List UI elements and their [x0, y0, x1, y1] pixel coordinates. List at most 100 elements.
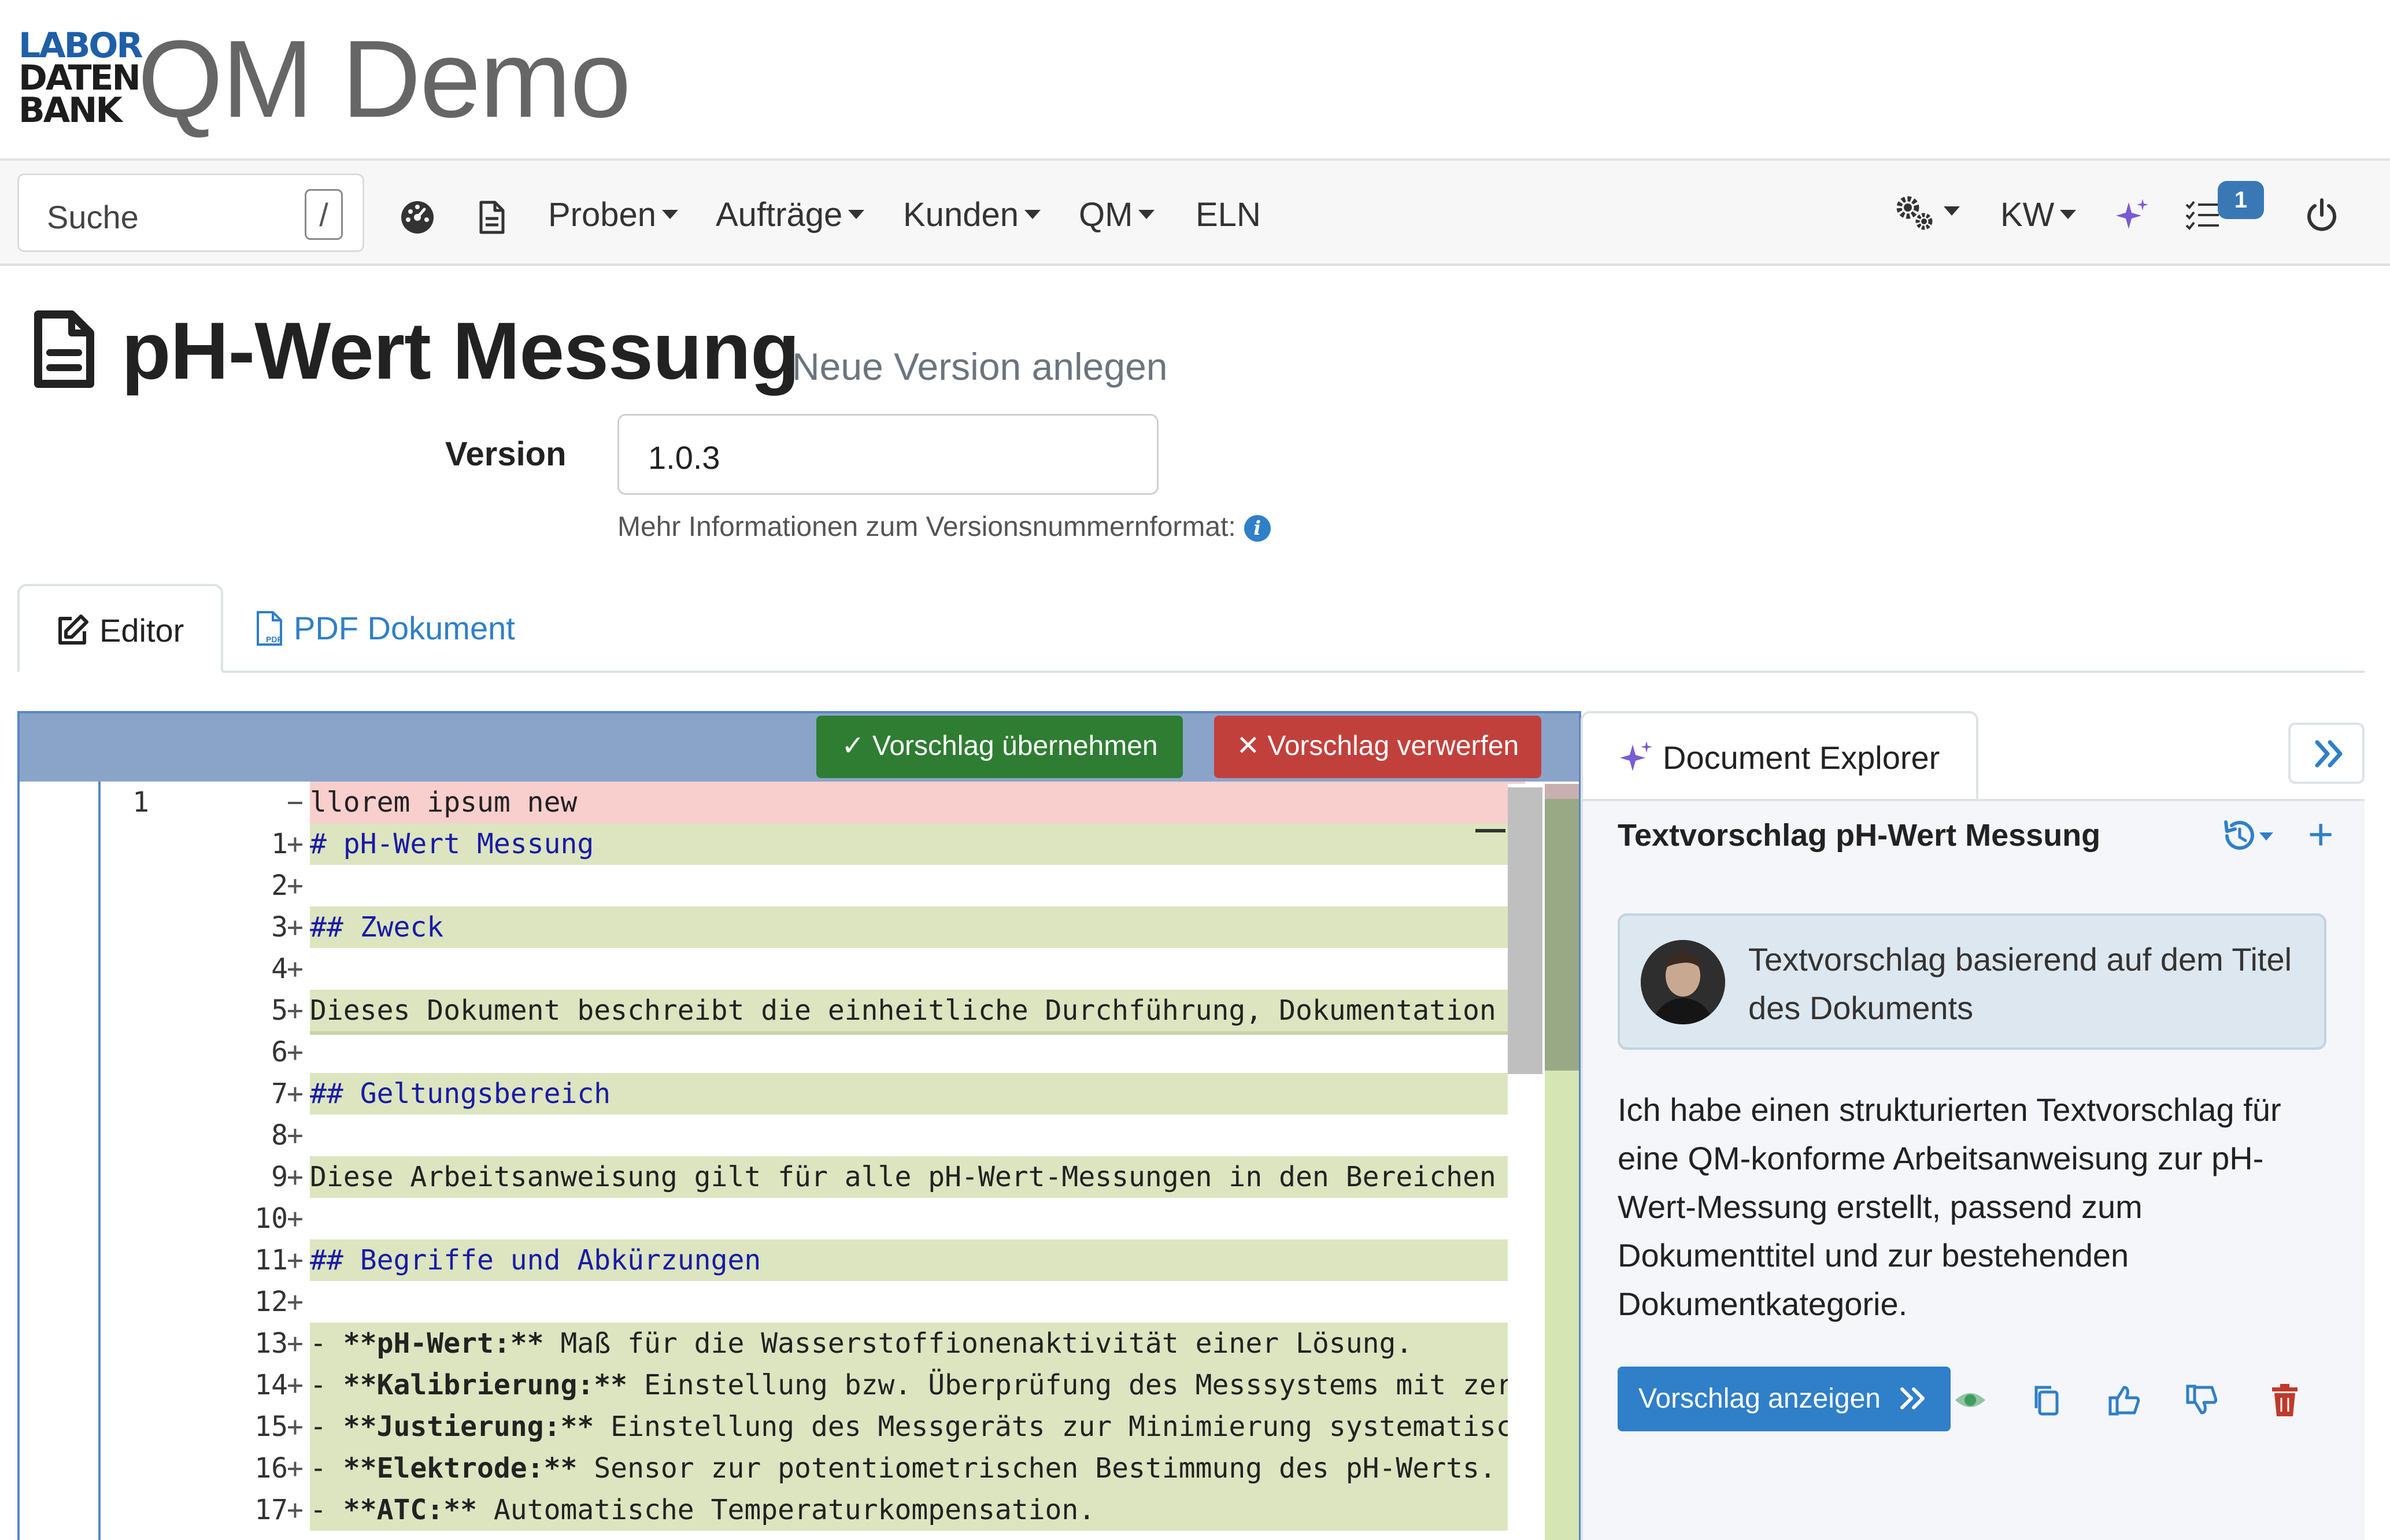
diff-editor[interactable]: ✓ Vorschlag übernehmen ✕ Vorschlag verwe…: [17, 711, 1581, 1540]
code-text[interactable]: - **Elektrode:** Sensor zur potentiometr…: [310, 1448, 1525, 1489]
code-text[interactable]: ## Begriffe und Abkürzungen: [310, 1239, 1525, 1281]
diff-marker: +: [287, 1286, 304, 1318]
nav-proben[interactable]: Proben: [548, 195, 679, 234]
document-explorer-panel: Textvorschlag pH-Wert Messung + Textvors…: [1581, 799, 2365, 1540]
code-text[interactable]: # pH-Wert Messung: [310, 823, 1525, 865]
chevron-down-icon: [662, 209, 679, 219]
diff-line-added[interactable]: 7 + ## Geltungsbereich: [103, 1073, 1525, 1115]
user-initials: KW: [2000, 196, 2055, 234]
diff-line-added[interactable]: 3 + ## Zweck: [103, 906, 1525, 948]
info-icon[interactable]: i: [1244, 515, 1271, 542]
ai-sparkle-icon[interactable]: [2114, 197, 2151, 234]
chevron-down-icon: [1024, 209, 1041, 219]
line-number: 2: [271, 869, 288, 902]
nav-eln[interactable]: ELN: [1196, 195, 1261, 234]
code-text[interactable]: - **Kalibrierung:** Einstellung bzw. Übe…: [310, 1364, 1525, 1406]
brand-header: LABOR DATEN BANK QM Demo: [0, 0, 2390, 161]
search-input[interactable]: Suche /: [17, 173, 364, 252]
diff-line-added[interactable]: 15 + - **Justierung:** Einstellung des Mes…: [103, 1406, 1525, 1448]
collapse-diff-marker[interactable]: [1475, 829, 1505, 832]
app-title: QM Demo: [138, 18, 631, 140]
code-text[interactable]: - **pH-Wert:** Maß für die Wasserstoffio…: [310, 1323, 1525, 1364]
reject-suggestion-button[interactable]: ✕ Vorschlag verwerfen: [1214, 716, 1541, 778]
collapse-panel-button[interactable]: [2288, 723, 2365, 784]
code-text[interactable]: - **ATC:** Automatische Temperaturkompen…: [310, 1489, 1525, 1531]
page-title: pH-Wert Messung: [121, 305, 800, 396]
tab-document-explorer[interactable]: Document Explorer: [1581, 711, 1978, 801]
document-title-icon: [34, 310, 94, 388]
editor-scroll-thumb[interactable]: [1508, 787, 1542, 1074]
add-suggestion-button[interactable]: +: [2308, 809, 2333, 860]
diff-line-added[interactable]: 6 +: [103, 1031, 1525, 1073]
thumbs-down-icon[interactable]: [2184, 1383, 2219, 1417]
diff-line-added[interactable]: 12 +: [103, 1281, 1525, 1323]
user-menu[interactable]: KW: [2000, 195, 2077, 234]
diff-line-added[interactable]: 5 + Dieses Dokument beschreibt die einheit…: [103, 990, 1525, 1031]
nav-proben-label: Proben: [548, 196, 657, 234]
editor-gutter: [20, 782, 101, 1540]
line-number: 12: [254, 1286, 288, 1318]
line-number: 17: [254, 1494, 288, 1526]
line-number: 1: [132, 786, 149, 819]
editor-suggestion-bar: ✓ Vorschlag übernehmen ✕ Vorschlag verwe…: [20, 713, 1579, 782]
diff-line-added[interactable]: 13 + - **pH-Wert:** Maß für die Wasserstof…: [103, 1323, 1525, 1364]
diff-marker: +: [287, 1036, 304, 1068]
document-icon[interactable]: [473, 199, 510, 236]
history-menu[interactable]: [2221, 819, 2277, 856]
nav-qm[interactable]: QM: [1079, 195, 1155, 234]
labordatenbank-logo[interactable]: LABOR DATEN BANK: [19, 28, 143, 127]
diff-line-added[interactable]: 9 + Diese Arbeitsanweisung gilt für alle p…: [103, 1156, 1525, 1198]
line-number: 4: [271, 953, 288, 985]
version-input[interactable]: 1.0.3: [617, 414, 1159, 495]
diff-overview-ruler[interactable]: [1545, 784, 1579, 1540]
show-suggestion-button[interactable]: Vorschlag anzeigen: [1618, 1367, 1951, 1431]
version-help-text: Mehr Informationen zum Versionsnummernfo…: [617, 512, 1236, 542]
bullet-text: Sensor zur potentiometrischen Bestimmung…: [577, 1452, 1496, 1485]
diff-marker: +: [287, 869, 304, 902]
bullet-term: **Elektrode:**: [343, 1452, 578, 1485]
diff-line-added[interactable]: 10 +: [103, 1198, 1525, 1239]
double-chevron-right-icon: [2315, 740, 2343, 768]
settings-gears-icon: [1896, 196, 1933, 230]
diff-marker: +: [287, 1202, 304, 1235]
nav-auftraege[interactable]: Aufträge: [716, 195, 865, 234]
code-text[interactable]: [310, 1031, 1525, 1035]
dashboard-icon[interactable]: [399, 199, 436, 236]
task-list-icon[interactable]: [2184, 197, 2221, 234]
diff-marker: +: [287, 1369, 304, 1401]
diff-marker: +: [287, 1327, 304, 1360]
eye-seen-icon[interactable]: [1953, 1383, 1988, 1417]
diff-line-added[interactable]: 11 + ## Begriffe und Abkürzungen: [103, 1239, 1525, 1281]
edit-icon: [58, 614, 88, 645]
code-text[interactable]: Dieses Dokument beschreibt die einheitli…: [310, 990, 1525, 1031]
line-number: 8: [271, 1119, 288, 1152]
diff-lines[interactable]: 1− llorem ipsum new 1 + # pH-Wert Messung 2 +3…: [103, 782, 1525, 1540]
diff-marker: +: [287, 1244, 304, 1276]
tab-editor[interactable]: Editor: [17, 584, 223, 673]
diff-line-added[interactable]: 16 + - **Elektrode:** Sensor zur potentiom…: [103, 1448, 1525, 1489]
power-icon[interactable]: [2303, 197, 2340, 234]
code-text[interactable]: llorem ipsum new: [310, 782, 1525, 823]
tab-pdf-label: PDF Dokument: [294, 610, 515, 646]
code-text[interactable]: ## Geltungsbereich: [310, 1073, 1525, 1115]
nav-kunden[interactable]: Kunden: [903, 195, 1041, 234]
thumbs-up-icon[interactable]: [2107, 1383, 2141, 1417]
code-text[interactable]: Diese Arbeitsanweisung gilt für alle pH-…: [310, 1156, 1525, 1198]
avatar: [1641, 940, 1725, 1024]
code-text[interactable]: ## Zweck: [310, 906, 1525, 948]
diff-line-added[interactable]: 4 +: [103, 948, 1525, 990]
page-subtitle: Neue Version anlegen: [792, 345, 1168, 388]
diff-line-added[interactable]: 1 + # pH-Wert Messung: [103, 823, 1525, 865]
copy-icon[interactable]: [2029, 1383, 2064, 1417]
diff-line-added[interactable]: 2 +: [103, 865, 1525, 906]
tab-pdf-document[interactable]: PDF PDF Dokument: [254, 609, 515, 649]
settings-menu[interactable]: [1894, 192, 1960, 233]
diff-line-added[interactable]: 14 + - **Kalibrierung:** Einstellung bzw. …: [103, 1364, 1525, 1406]
diff-line-added[interactable]: 17 + - **ATC:** Automatische Temperaturkom…: [103, 1489, 1525, 1531]
diff-line-deleted[interactable]: 1 − llorem ipsum new: [103, 782, 1525, 823]
accept-suggestion-button[interactable]: ✓ Vorschlag übernehmen: [816, 716, 1183, 778]
trash-icon[interactable]: [2267, 1383, 2302, 1417]
code-text[interactable]: - **Justierung:** Einstellung des Messge…: [310, 1406, 1525, 1448]
diff-line-added[interactable]: 8 +: [103, 1115, 1525, 1156]
nav-qm-label: QM: [1079, 196, 1133, 234]
